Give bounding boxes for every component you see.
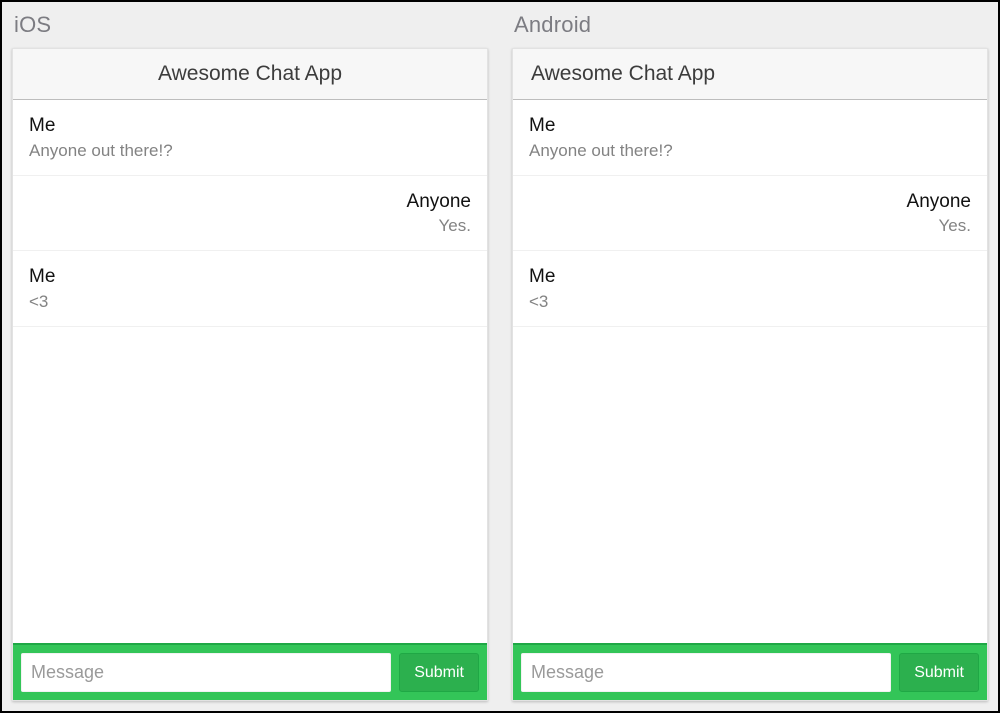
android-app: Awesome Chat App Me Anyone out there!? A… <box>512 48 988 701</box>
message-sender: Anyone <box>529 190 971 215</box>
message-item: Me Anyone out there!? <box>513 100 987 176</box>
ios-pane: iOS Awesome Chat App Me Anyone out there… <box>12 6 488 701</box>
message-sender: Me <box>529 114 971 139</box>
message-text: Yes. <box>529 216 971 236</box>
ios-platform-label: iOS <box>12 6 488 48</box>
ios-composer: Submit <box>13 643 487 700</box>
message-text: <3 <box>29 292 471 312</box>
android-messages-list: Me Anyone out there!? Anyone Yes. Me <3 <box>513 100 987 643</box>
message-text: <3 <box>529 292 971 312</box>
ios-messages-list: Me Anyone out there!? Anyone Yes. Me <3 <box>13 100 487 643</box>
ios-app: Awesome Chat App Me Anyone out there!? A… <box>12 48 488 701</box>
submit-button[interactable]: Submit <box>899 653 979 692</box>
submit-button[interactable]: Submit <box>399 653 479 692</box>
message-input[interactable] <box>21 653 391 692</box>
android-app-title: Awesome Chat App <box>513 49 987 100</box>
message-input[interactable] <box>521 653 891 692</box>
message-sender: Me <box>29 265 471 290</box>
message-sender: Me <box>29 114 471 139</box>
message-item: Anyone Yes. <box>13 176 487 252</box>
message-item: Anyone Yes. <box>513 176 987 252</box>
message-text: Anyone out there!? <box>29 141 471 161</box>
ios-app-title: Awesome Chat App <box>13 49 487 100</box>
message-item: Me <3 <box>13 251 487 327</box>
message-sender: Anyone <box>29 190 471 215</box>
android-composer: Submit <box>513 643 987 700</box>
android-platform-label: Android <box>512 6 988 48</box>
message-item: Me <3 <box>513 251 987 327</box>
message-item: Me Anyone out there!? <box>13 100 487 176</box>
message-sender: Me <box>529 265 971 290</box>
android-pane: Android Awesome Chat App Me Anyone out t… <box>512 6 988 701</box>
message-text: Yes. <box>29 216 471 236</box>
message-text: Anyone out there!? <box>529 141 971 161</box>
